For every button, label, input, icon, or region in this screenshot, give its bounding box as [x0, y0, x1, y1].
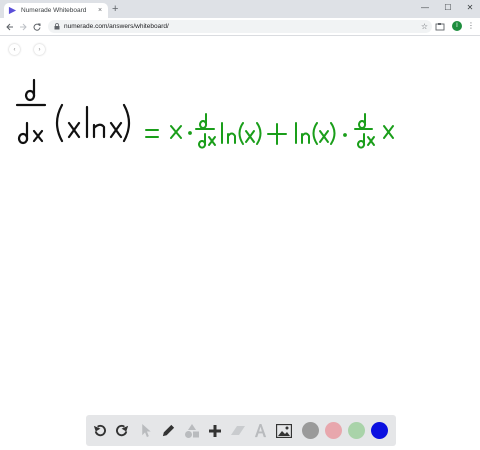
forward-arrow-icon: [19, 23, 27, 30]
add-button[interactable]: [205, 421, 224, 440]
color-swatch-pink[interactable]: [325, 422, 342, 439]
address-bar[interactable]: numerade.com/answers/whiteboard/ ☆: [48, 20, 432, 33]
maximize-button[interactable]: ☐: [441, 2, 455, 14]
back-button[interactable]: [3, 20, 16, 33]
redo-icon: [116, 424, 129, 437]
whiteboard-canvas[interactable]: [0, 37, 480, 450]
plus-icon: [208, 424, 221, 437]
image-icon: [275, 423, 292, 438]
back-arrow-icon: [5, 23, 13, 30]
undo-button[interactable]: [90, 421, 109, 440]
color-swatch-gray[interactable]: [302, 422, 319, 439]
browser-tab[interactable]: Numerade Whiteboard ×: [4, 3, 108, 18]
browser-toolbar: numerade.com/answers/whiteboard/ ☆: [0, 18, 480, 36]
tab-title: Numerade Whiteboard: [21, 7, 87, 14]
redo-button[interactable]: [113, 421, 132, 440]
eraser-tool-button[interactable]: [228, 421, 247, 440]
select-tool-button[interactable]: [136, 421, 155, 440]
color-swatch-green[interactable]: [348, 422, 365, 439]
bookmark-star-icon[interactable]: ☆: [421, 22, 428, 31]
forward-button[interactable]: [16, 20, 29, 33]
reload-button[interactable]: [30, 20, 43, 33]
text-tool-button[interactable]: [251, 421, 270, 440]
color-swatch-blue[interactable]: [371, 422, 388, 439]
tab-strip: Numerade Whiteboard × + — ☐ ✕: [0, 0, 480, 18]
shapes-tool-button[interactable]: [182, 421, 201, 440]
lock-icon: [54, 23, 60, 30]
url-text: numerade.com/answers/whiteboard/: [64, 23, 169, 30]
derivative-lhs: [15, 78, 131, 145]
profile-avatar[interactable]: I: [452, 21, 462, 31]
shapes-icon: [184, 423, 199, 438]
reload-icon: [33, 23, 40, 31]
close-window-button[interactable]: ✕: [463, 2, 477, 14]
new-tab-button[interactable]: +: [112, 3, 118, 16]
tool-palette: [86, 415, 396, 446]
browser-menu-icon[interactable]: ⋮: [467, 20, 475, 32]
pen-tool-button[interactable]: [159, 421, 178, 440]
extension-icon[interactable]: [435, 22, 445, 32]
text-icon: [254, 423, 267, 438]
eraser-icon: [230, 425, 245, 435]
numerade-favicon-icon: [8, 6, 17, 15]
tab-close-icon[interactable]: ×: [96, 7, 104, 14]
minimize-button[interactable]: —: [418, 2, 432, 14]
cursor-icon: [141, 423, 151, 438]
derivative-rhs: [145, 113, 394, 149]
pen-icon: [162, 424, 175, 437]
undo-icon: [93, 424, 106, 437]
image-tool-button[interactable]: [274, 421, 293, 440]
